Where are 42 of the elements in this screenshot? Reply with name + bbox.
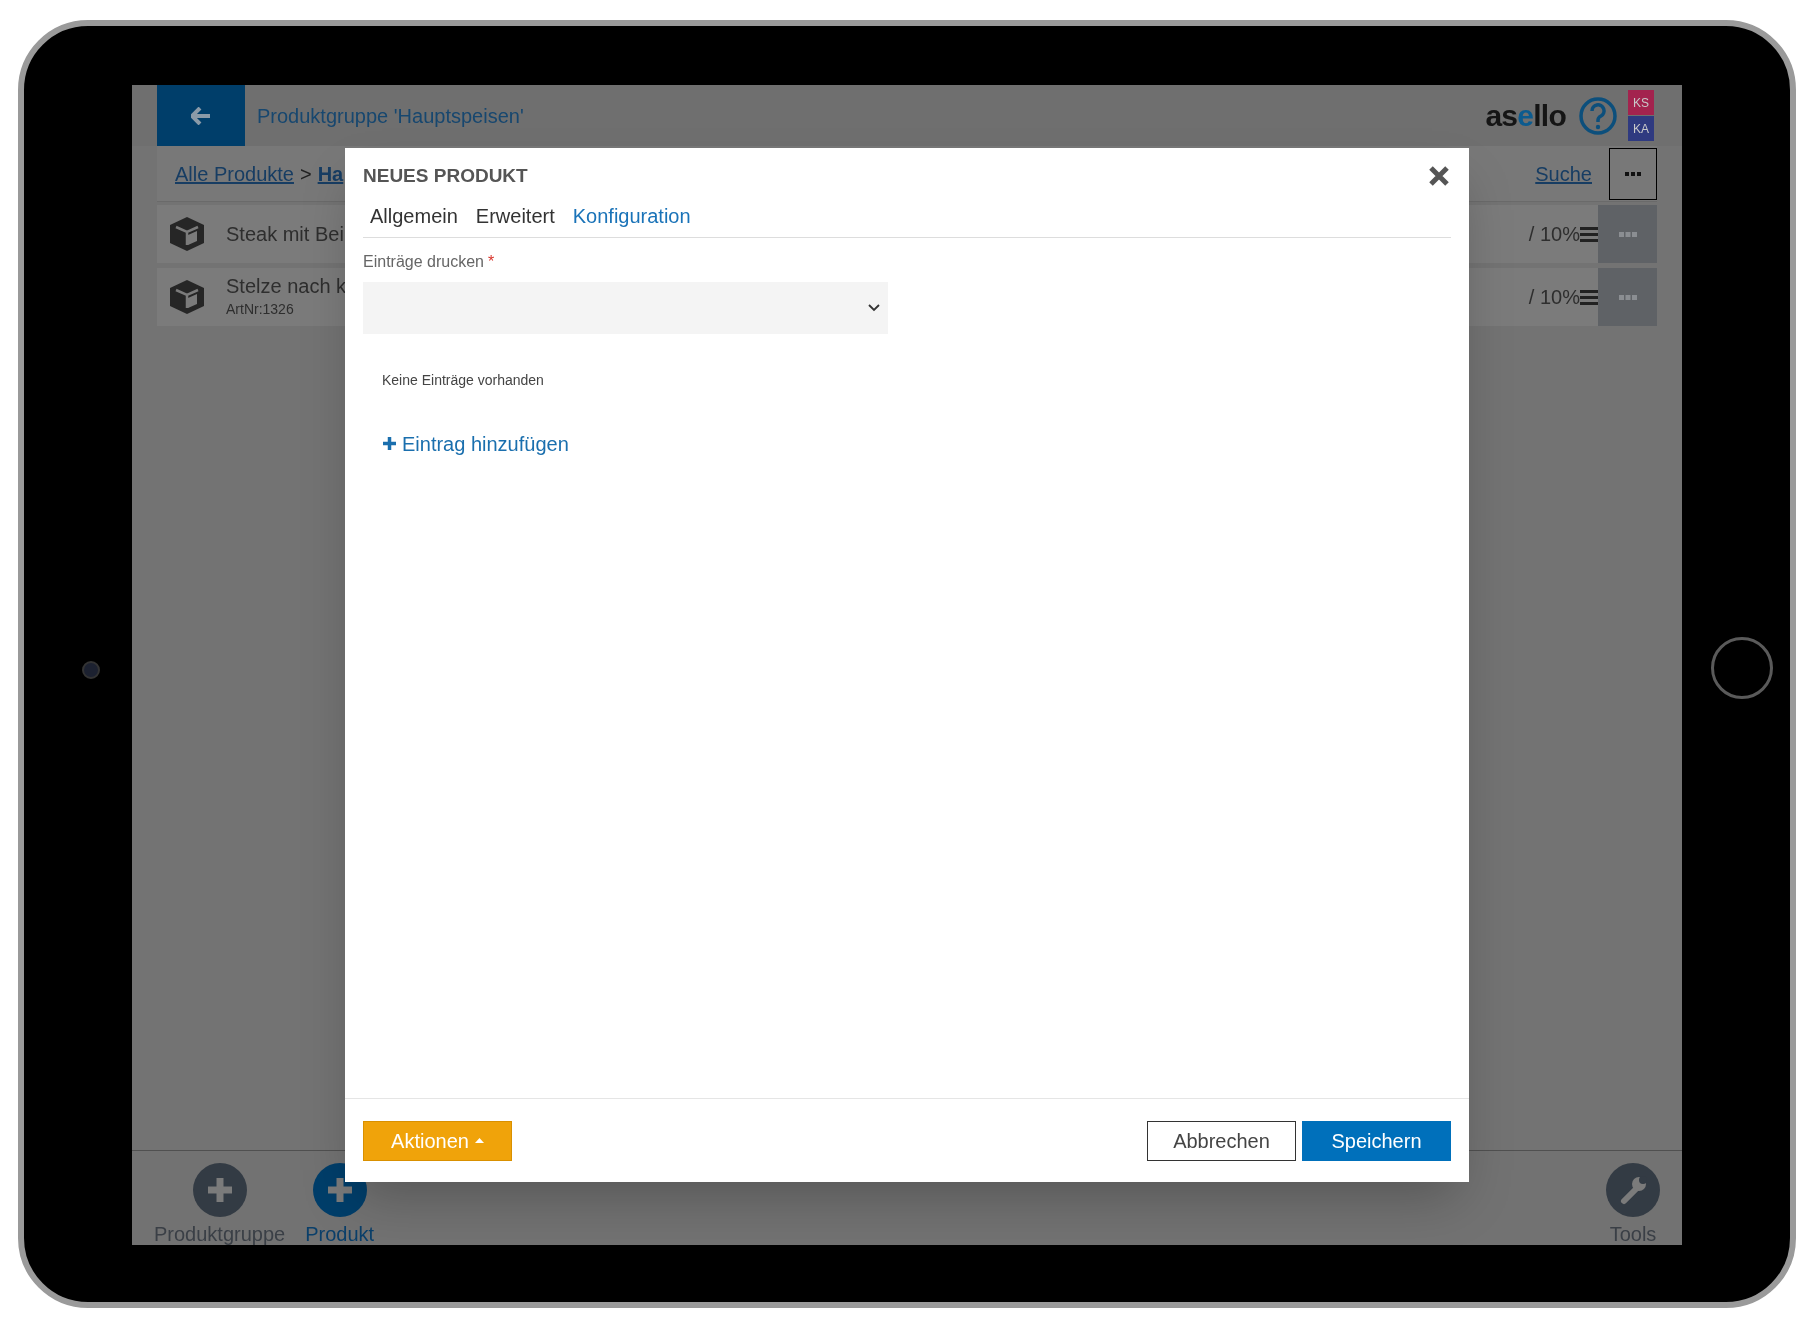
dialog-title: NEUES PRODUKT — [363, 164, 528, 188]
save-button[interactable]: Speichern — [1302, 1120, 1451, 1161]
home-button[interactable] — [1711, 637, 1773, 699]
plus-icon — [192, 1163, 247, 1217]
tab[interactable]: Allgemein — [370, 200, 458, 231]
tab[interactable]: Erweitert — [475, 200, 555, 231]
required-mark: * — [487, 251, 495, 272]
field-label: Einträge drucken — [363, 251, 484, 272]
breadcrumb-link[interactable]: Ha — [317, 158, 344, 189]
camera-icon — [82, 661, 100, 679]
menu-icon[interactable] — [1580, 226, 1598, 242]
price-text: / 10% — [1528, 285, 1580, 310]
close-icon — [1428, 165, 1450, 188]
more-icon — [1618, 294, 1637, 300]
back-arrow-icon — [191, 106, 211, 125]
tab[interactable]: Konfiguration — [572, 200, 691, 231]
back-button[interactable] — [157, 85, 245, 146]
price-text: / 10% — [1528, 222, 1580, 247]
product-name: Steak mit Bei — [226, 221, 344, 247]
breadcrumb-separator: > — [299, 161, 312, 187]
cube-icon — [167, 277, 207, 317]
product-number: ArtNr:1326 — [226, 300, 295, 319]
chevron-down-icon — [868, 303, 880, 312]
plus-icon — [382, 436, 397, 451]
logo: asello — [1485, 98, 1566, 134]
menu-icon[interactable] — [1580, 289, 1598, 305]
select-field[interactable] — [363, 281, 888, 334]
caret-up-icon — [474, 1138, 484, 1143]
search-link[interactable]: Suche — [1535, 158, 1592, 189]
breadcrumb-link[interactable]: Alle Produkte — [175, 158, 294, 189]
product-name: Stelze nach k — [226, 274, 347, 299]
cancel-button[interactable]: Abbrechen — [1147, 1120, 1296, 1161]
more-icon — [1625, 171, 1641, 176]
add-entry-link[interactable]: Eintrag hinzufügen — [382, 428, 569, 459]
more-icon — [1618, 231, 1637, 237]
user-badge[interactable]: KA — [1628, 116, 1654, 141]
more-button[interactable] — [1609, 147, 1657, 200]
empty-message: Keine Einträge vorhanden — [382, 370, 545, 390]
wrench-icon — [1606, 1163, 1660, 1217]
page-title: Produktgruppe 'Hauptspeisen' — [257, 103, 524, 129]
user-badge[interactable]: KS — [1628, 90, 1654, 115]
cube-icon — [167, 214, 207, 254]
